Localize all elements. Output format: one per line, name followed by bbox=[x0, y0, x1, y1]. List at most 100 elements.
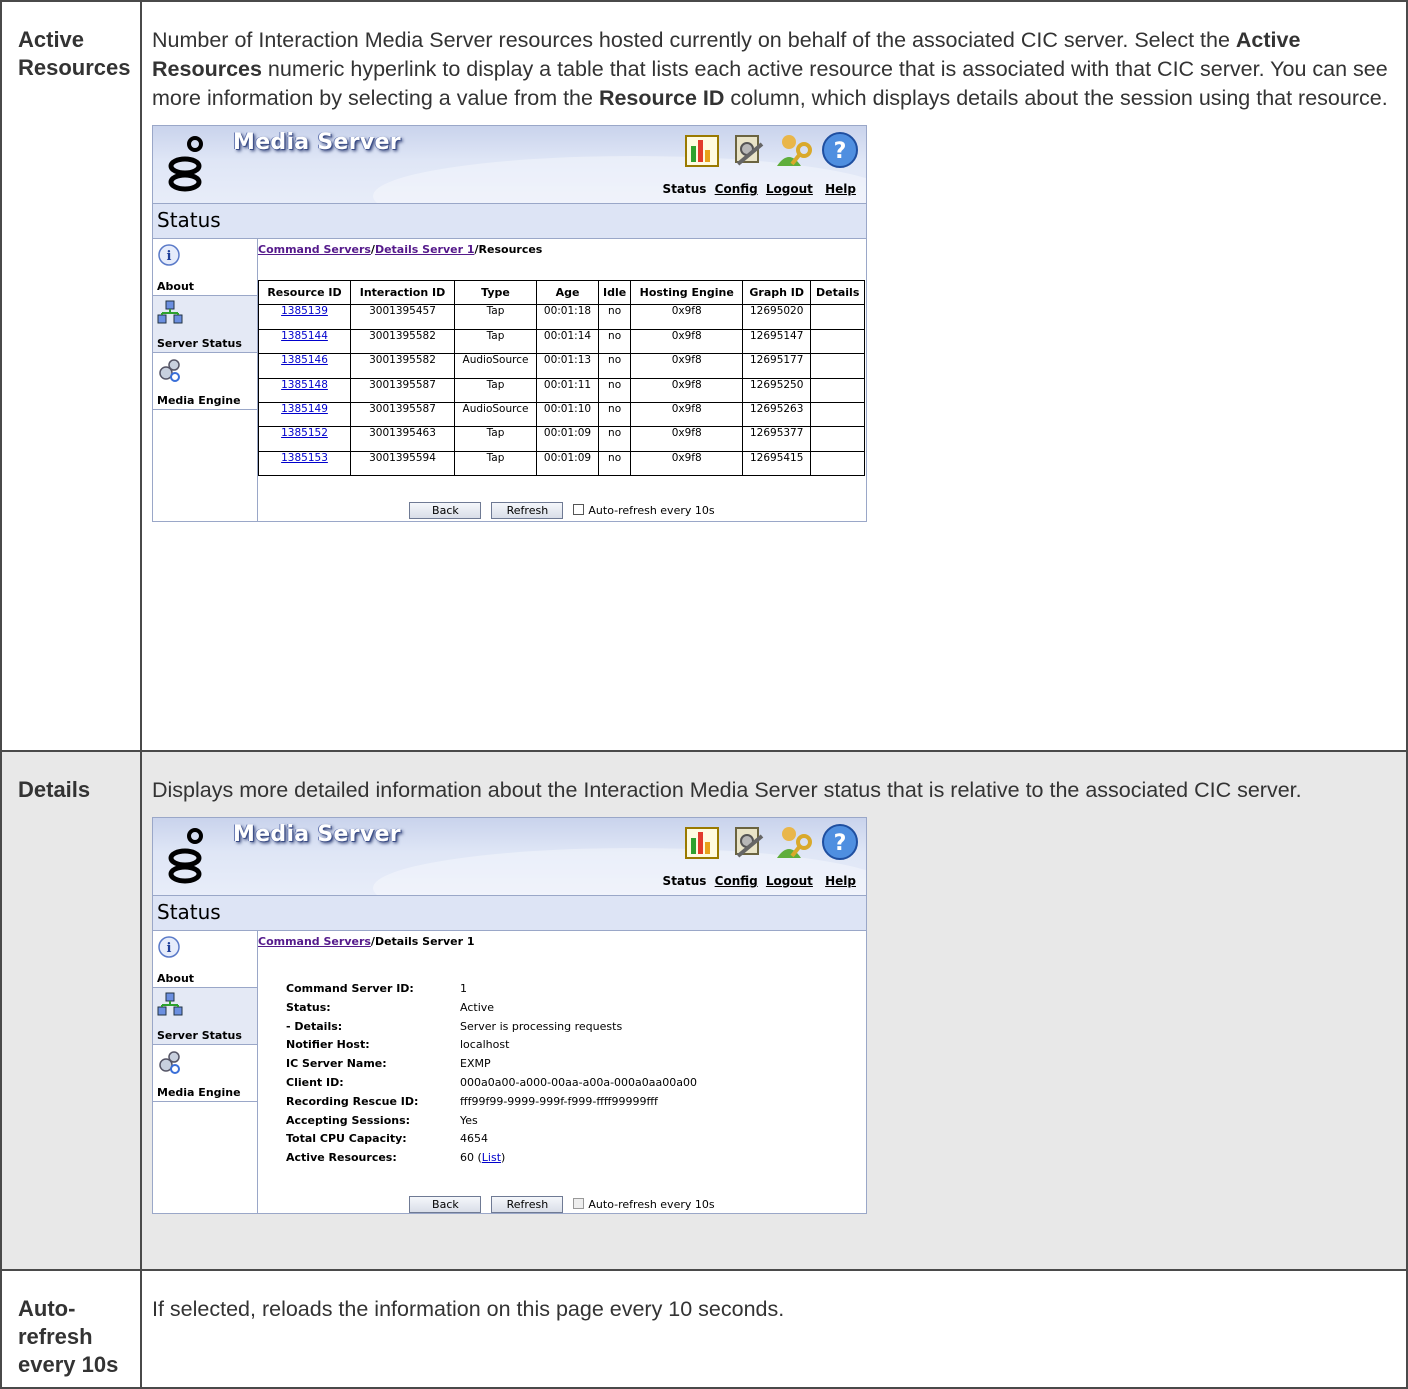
table-cell: 12695177 bbox=[742, 353, 812, 379]
help-icon[interactable]: ? bbox=[820, 130, 860, 170]
auto-refresh-label: Auto-refresh every 10s bbox=[588, 504, 715, 518]
table-cell: 12695263 bbox=[742, 401, 812, 428]
breadcrumb-command-servers[interactable]: Command Servers bbox=[258, 935, 371, 948]
nav-help[interactable]: Help bbox=[825, 874, 856, 888]
status-chart-icon[interactable] bbox=[682, 822, 722, 862]
sidebar-item-media-engine[interactable]: Media Engine bbox=[153, 1045, 257, 1102]
resource-id-link[interactable]: 1385152 bbox=[258, 426, 351, 452]
nav-logout[interactable]: Logout bbox=[766, 182, 813, 196]
media-engine-gears-icon bbox=[159, 1051, 180, 1074]
refresh-button[interactable]: Refresh bbox=[491, 502, 564, 520]
svg-text:?: ? bbox=[834, 831, 847, 856]
media-server-body: i About Server Status Media Engine Comma… bbox=[153, 931, 866, 1213]
detail-value: Server is processing requests bbox=[460, 1019, 623, 1033]
nav-config[interactable]: Config bbox=[715, 874, 758, 888]
table-cell: 0x9f8 bbox=[630, 426, 744, 452]
active-resources-count: 60 bbox=[460, 1151, 474, 1165]
auto-refresh-checkbox[interactable]: Auto-refresh every 10s bbox=[573, 504, 715, 518]
column-header: Details bbox=[810, 279, 866, 306]
svg-text:i: i bbox=[167, 249, 172, 264]
logout-user-key-icon[interactable] bbox=[774, 130, 814, 170]
description: Number of Interaction Media Server resou… bbox=[152, 26, 1394, 113]
table-row: 1385144 3001395582 Tap 00:01:14 no 0x9f8 12695… bbox=[258, 328, 866, 355]
column-header: Graph ID bbox=[742, 279, 812, 306]
table-cell bbox=[810, 328, 866, 355]
table-cell bbox=[810, 401, 866, 428]
term-details: Details bbox=[0, 750, 142, 1271]
resource-id-link[interactable]: 1385146 bbox=[258, 353, 351, 379]
sidebar-item-about[interactable]: i About bbox=[153, 931, 257, 988]
sidebar-item-media-engine[interactable]: Media Engine bbox=[153, 353, 257, 410]
nav-config[interactable]: Config bbox=[715, 182, 758, 196]
sidebar-item-server-status[interactable]: Server Status bbox=[153, 296, 257, 353]
server-details-list: Command Server ID: 1 Status: Active - Detail… bbox=[286, 982, 866, 1151]
resource-id-link[interactable]: 1385153 bbox=[258, 450, 351, 477]
breadcrumb-current: Details Server 1 bbox=[374, 935, 475, 948]
sidebar: i About Server Status Media Engine bbox=[153, 931, 258, 1213]
resource-id-link[interactable]: 1385139 bbox=[258, 304, 351, 330]
table-cell: 3001395587 bbox=[350, 401, 455, 428]
detail-key: - Details: bbox=[286, 1019, 343, 1033]
resource-id-link[interactable]: 1385148 bbox=[258, 377, 351, 403]
nav-help[interactable]: Help bbox=[825, 182, 856, 196]
detail-value: 000a0a00-a000-00aa-a00a-000a0aa00a00 bbox=[460, 1075, 697, 1089]
detail-value: Yes bbox=[460, 1113, 478, 1127]
detail-key: IC Server Name: bbox=[286, 1057, 387, 1071]
media-server-header: Media Server ? Status Config Logout Help bbox=[153, 126, 866, 204]
detail-row: Accepting Sessions: Yes bbox=[286, 1114, 866, 1133]
checkbox-box[interactable] bbox=[573, 504, 585, 516]
table-cell: 3001395582 bbox=[350, 353, 455, 379]
status-chart-icon[interactable] bbox=[682, 130, 722, 170]
detail-row: Total CPU Capacity: 4654 bbox=[286, 1132, 866, 1151]
detail-row: Command Server ID: 1 bbox=[286, 982, 866, 1001]
media-engine-gears-icon bbox=[159, 359, 180, 382]
breadcrumb-command-servers[interactable]: Command Servers bbox=[258, 243, 371, 256]
nav-logout[interactable]: Logout bbox=[766, 874, 813, 888]
table-cell: 12695147 bbox=[742, 328, 812, 355]
description: If selected, reloads the information on … bbox=[152, 1297, 785, 1321]
table-row: 1385139 3001395457 Tap 00:01:18 no 0x9f8 12695… bbox=[258, 304, 866, 330]
sidebar-item-server-status[interactable]: Server Status bbox=[153, 988, 257, 1045]
table-cell: no bbox=[597, 401, 632, 428]
table-cell: 3001395463 bbox=[350, 426, 455, 452]
detail-value: Active bbox=[460, 1000, 495, 1014]
table-cell: 00:01:13 bbox=[536, 353, 599, 379]
auto-refresh-label: Auto-refresh every 10s bbox=[588, 1197, 715, 1211]
help-icon[interactable]: ? bbox=[820, 822, 860, 862]
refresh-button[interactable]: Refresh bbox=[491, 1195, 564, 1213]
config-tools-icon[interactable] bbox=[728, 822, 768, 862]
action-bar: Back Refresh Auto-refresh every 10s bbox=[258, 1195, 866, 1213]
main-content: Command Servers/Details Server 1 Command… bbox=[258, 931, 866, 1213]
network-servers-icon bbox=[157, 300, 183, 324]
checkbox-box[interactable] bbox=[573, 1197, 585, 1209]
genesys-logo-icon bbox=[168, 828, 203, 884]
table-cell: Tap bbox=[454, 304, 537, 330]
nav-status[interactable]: Status bbox=[663, 874, 707, 888]
table-cell: 00:01:18 bbox=[536, 304, 599, 330]
top-nav: Status Config Logout Help bbox=[659, 874, 856, 888]
media-server-header: Media Server ? Status Config Logout Help bbox=[153, 818, 866, 896]
auto-refresh-checkbox[interactable]: Auto-refresh every 10s bbox=[573, 1197, 715, 1211]
action-bar: Back Refresh Auto-refresh every 10s bbox=[258, 502, 866, 520]
table-cell: 00:01:14 bbox=[536, 328, 599, 355]
resource-id-link[interactable]: 1385149 bbox=[258, 401, 351, 428]
config-tools-icon[interactable] bbox=[728, 130, 768, 170]
sidebar-item-about[interactable]: i About bbox=[153, 239, 257, 296]
column-header: Hosting Engine bbox=[630, 279, 744, 306]
resource-id-link[interactable]: 1385144 bbox=[258, 328, 351, 355]
detail-key: Accepting Sessions: bbox=[286, 1113, 411, 1127]
sidebar-item-label: Server Status bbox=[157, 337, 242, 350]
back-button[interactable]: Back bbox=[409, 1195, 482, 1213]
svg-text:?: ? bbox=[834, 139, 847, 164]
back-button[interactable]: Back bbox=[409, 502, 482, 520]
media-server-screenshot-details: Media Server ? Status Config Logout Help bbox=[152, 817, 867, 1214]
table-cell: 12695250 bbox=[742, 377, 812, 403]
detail-key: Total CPU Capacity: bbox=[286, 1132, 407, 1146]
text: column, which displays details about the… bbox=[724, 86, 1388, 110]
nav-status[interactable]: Status bbox=[663, 182, 707, 196]
list-link[interactable]: List bbox=[482, 1151, 501, 1164]
breadcrumb-details-server[interactable]: Details Server 1 bbox=[375, 243, 475, 256]
logout-user-key-icon[interactable] bbox=[774, 822, 814, 862]
app-title: Media Server bbox=[233, 130, 401, 155]
table-row: 1385149 3001395587 AudioSource 00:01:10 no 0x… bbox=[258, 401, 866, 428]
